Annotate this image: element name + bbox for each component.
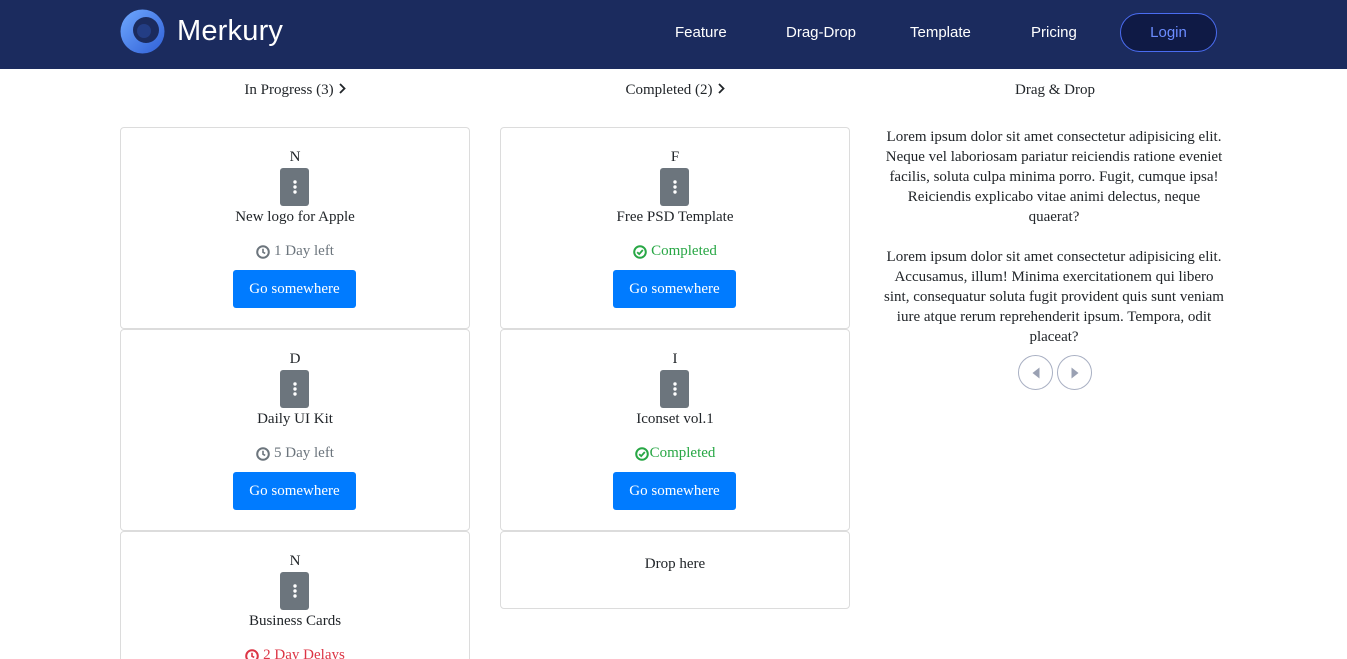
chevron-right-icon bbox=[717, 82, 725, 99]
card-status: 5 Day left bbox=[121, 445, 469, 462]
nav-link-template[interactable]: Template bbox=[910, 24, 971, 41]
caret-right-icon bbox=[1071, 367, 1078, 378]
card-status-text: 2 Day Delays bbox=[263, 647, 345, 659]
card-title: Free PSD Template bbox=[616, 209, 734, 225]
card-initial: N bbox=[289, 149, 301, 165]
drag-drop-paragraph-2: Lorem ipsum dolor sit amet consectetur a… bbox=[884, 249, 1224, 345]
go-somewhere-button[interactable]: Go somewhere bbox=[233, 270, 356, 308]
go-somewhere-button[interactable]: Go somewhere bbox=[613, 472, 736, 510]
next-button[interactable] bbox=[1057, 355, 1092, 390]
check-circle-icon bbox=[634, 446, 649, 461]
card-initial: D bbox=[289, 351, 301, 367]
card-initial: F bbox=[670, 149, 680, 165]
login-button[interactable]: Login bbox=[1120, 13, 1217, 52]
card-title: Daily UI Kit bbox=[257, 411, 333, 427]
clock-icon bbox=[245, 648, 259, 659]
drag-drop-title: Drag & Drop bbox=[1015, 82, 1095, 98]
drag-drop-paragraph-1: Lorem ipsum dolor sit amet consectetur a… bbox=[885, 129, 1223, 225]
card-menu-button[interactable] bbox=[280, 572, 309, 610]
clock-icon bbox=[256, 244, 270, 259]
drop-zone-label: Drop here bbox=[644, 556, 706, 572]
go-somewhere-button[interactable]: Go somewhere bbox=[613, 270, 736, 308]
in-progress-title: In Progress (3) bbox=[244, 82, 334, 98]
caret-left-icon bbox=[1032, 367, 1039, 378]
card-initial: I bbox=[672, 351, 678, 367]
task-card[interactable]: N Business Cards 2 Day Delays bbox=[120, 531, 470, 659]
completed-title: Completed (2) bbox=[625, 82, 713, 98]
card-title: New logo for Apple bbox=[235, 209, 355, 225]
card-status-text: 1 Day left bbox=[274, 243, 334, 259]
card-status-text: 5 Day left bbox=[274, 445, 334, 461]
vertical-dots-icon bbox=[292, 382, 297, 396]
prev-button[interactable] bbox=[1018, 355, 1053, 390]
brand-name: Merkury bbox=[177, 14, 284, 47]
card-status-text: Completed bbox=[649, 445, 716, 461]
brand[interactable]: Merkury bbox=[120, 8, 283, 54]
card-title: Business Cards bbox=[248, 613, 342, 629]
card-menu-button[interactable] bbox=[280, 168, 309, 206]
task-card[interactable]: D Daily UI Kit 5 Day left Go somewhere bbox=[120, 329, 470, 531]
vertical-dots-icon bbox=[672, 180, 677, 194]
top-navbar: Merkury Feature Drag-Drop Template Prici… bbox=[0, 0, 1347, 69]
vertical-dots-icon bbox=[292, 584, 297, 598]
merkury-logo-icon bbox=[120, 9, 165, 54]
card-status: 1 Day left bbox=[121, 243, 469, 260]
task-card[interactable]: F Free PSD Template Completed Go somewhe… bbox=[500, 127, 850, 329]
card-status: 2 Day Delays bbox=[121, 647, 469, 659]
card-menu-button[interactable] bbox=[280, 370, 309, 408]
go-somewhere-button[interactable]: Go somewhere bbox=[233, 472, 356, 510]
card-title: Iconset vol.1 bbox=[636, 411, 714, 427]
completed-header[interactable]: Completed (2) bbox=[500, 82, 850, 99]
nav-link-pricing[interactable]: Pricing bbox=[1031, 24, 1077, 41]
card-status-text: Completed bbox=[651, 243, 717, 259]
card-initial: N bbox=[289, 553, 301, 569]
task-card[interactable]: N New logo for Apple 1 Day left Go somew… bbox=[120, 127, 470, 329]
card-menu-button[interactable] bbox=[660, 168, 689, 206]
drag-drop-header: Drag & Drop bbox=[880, 82, 1230, 99]
vertical-dots-icon bbox=[672, 382, 677, 396]
in-progress-header[interactable]: In Progress (3) bbox=[120, 82, 470, 99]
nav-link-drag-drop[interactable]: Drag-Drop bbox=[786, 24, 856, 41]
card-menu-button[interactable] bbox=[660, 370, 689, 408]
vertical-dots-icon bbox=[292, 180, 297, 194]
clock-icon bbox=[256, 446, 270, 461]
chevron-right-icon bbox=[338, 82, 346, 99]
card-status: Completed bbox=[501, 243, 849, 260]
drop-zone[interactable]: Drop here bbox=[500, 531, 850, 609]
nav-link-feature[interactable]: Feature bbox=[675, 24, 727, 41]
card-status: Completed bbox=[501, 445, 849, 462]
check-circle-icon bbox=[633, 244, 647, 259]
task-card[interactable]: I Iconset vol.1 Completed Go somewhere bbox=[500, 329, 850, 531]
